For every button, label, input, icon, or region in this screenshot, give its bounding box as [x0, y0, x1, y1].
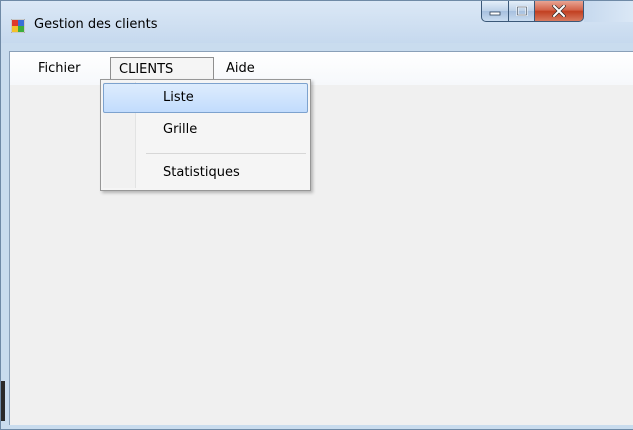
maximize-icon	[516, 6, 527, 16]
maximize-button[interactable]	[508, 1, 535, 22]
menu-item-liste[interactable]: Liste	[103, 83, 308, 113]
title-bar[interactable]: Gestion des clients	[1, 1, 633, 43]
close-icon	[552, 5, 566, 17]
title-bar-fade	[584, 1, 633, 22]
menu-separator	[146, 153, 306, 154]
menu-aide[interactable]: Aide	[218, 57, 263, 80]
menu-fichier[interactable]: Fichier	[30, 57, 89, 80]
main-window: Gestion des clients Fichier CLIENTS Aide	[0, 0, 633, 430]
menu-item-statistiques[interactable]: Statistiques	[103, 158, 308, 188]
app-window-icon	[11, 19, 25, 33]
menu-item-grille[interactable]: Grille	[103, 115, 308, 145]
close-button[interactable]	[534, 1, 584, 22]
window-controls	[473, 1, 633, 23]
window-edge-shadow	[1, 381, 5, 421]
menu-clients[interactable]: CLIENTS	[110, 57, 214, 80]
minimize-icon	[489, 11, 501, 16]
clients-dropdown-menu: Liste Grille Statistiques	[100, 79, 311, 191]
minimize-button[interactable]	[481, 1, 509, 22]
window-title: Gestion des clients	[34, 17, 158, 32]
